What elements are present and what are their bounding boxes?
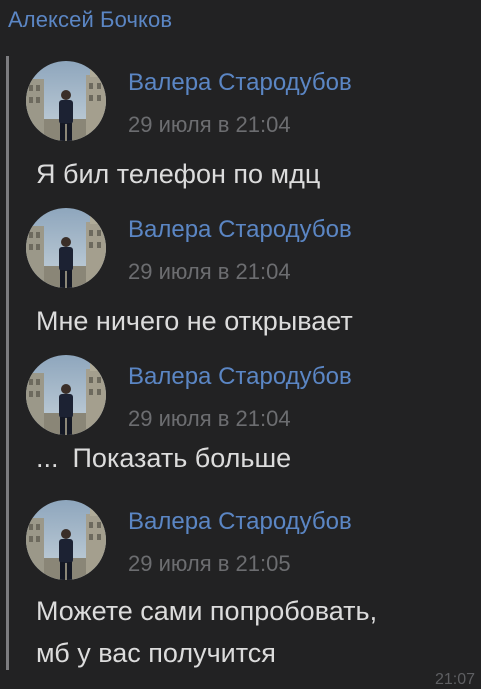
- forwarded-author-name[interactable]: Валера Стародубов: [128, 216, 352, 244]
- forwarded-timestamp[interactable]: 29 июля в 21:04: [128, 112, 291, 138]
- avatar[interactable]: [26, 500, 106, 580]
- avatar[interactable]: [26, 355, 106, 435]
- forwarded-author-name[interactable]: Валера Стародубов: [128, 363, 352, 391]
- sender-name[interactable]: Алексей Бочков: [8, 7, 172, 33]
- forwarded-message-text: мб у вас получится: [36, 638, 276, 668]
- forwarded-quote-bar: [6, 56, 9, 670]
- forwarded-author-name[interactable]: Валера Стародубов: [128, 508, 352, 536]
- message-timestamp: 21:07: [434, 671, 475, 688]
- forwarded-message-text: Можете сами попробовать,: [36, 596, 378, 626]
- forwarded-timestamp[interactable]: 29 июля в 21:04: [128, 406, 291, 432]
- forwarded-timestamp[interactable]: 29 июля в 21:05: [128, 551, 291, 577]
- show-more-label: Показать больше: [72, 443, 292, 473]
- forwarded-timestamp[interactable]: 29 июля в 21:04: [128, 259, 291, 285]
- avatar[interactable]: [26, 61, 106, 141]
- ellipsis: ...: [36, 443, 59, 473]
- show-more-link[interactable]: ... Показать больше: [36, 443, 291, 474]
- avatar[interactable]: [26, 208, 106, 288]
- forwarded-message-text: Я бил телефон по мдц: [36, 159, 321, 189]
- forwarded-message-text: Мне ничего не открывает: [36, 306, 353, 336]
- forwarded-author-name[interactable]: Валера Стародубов: [128, 69, 352, 97]
